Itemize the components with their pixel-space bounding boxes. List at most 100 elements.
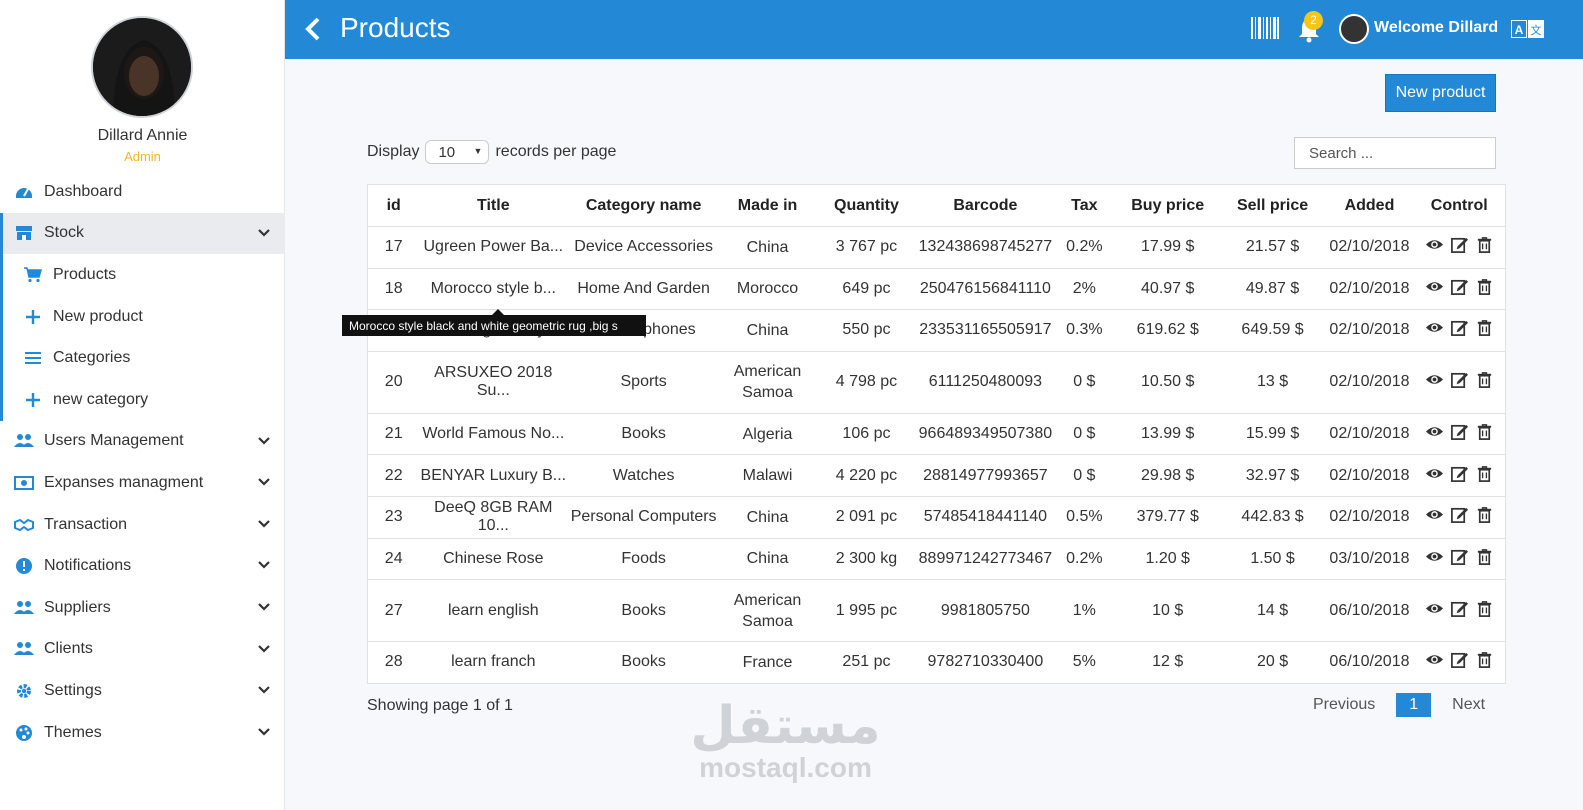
edit-icon[interactable] bbox=[1450, 370, 1469, 389]
handshake-icon bbox=[14, 515, 34, 535]
sidebar-item-stock[interactable]: Stock bbox=[0, 212, 285, 255]
cell-added: 06/10/2018 bbox=[1325, 579, 1414, 642]
sidebar-item-new-category[interactable]: new category bbox=[3, 379, 285, 421]
delete-icon[interactable] bbox=[1475, 370, 1494, 389]
users-icon bbox=[14, 431, 34, 451]
delete-icon[interactable] bbox=[1475, 547, 1494, 566]
sidebar-item-themes[interactable]: Themes bbox=[0, 712, 285, 754]
user-name: Dillard Annie bbox=[97, 127, 188, 144]
delete-icon[interactable] bbox=[1475, 318, 1494, 337]
delete-icon[interactable] bbox=[1475, 277, 1494, 296]
cell-quantity: 106 pc bbox=[815, 412, 918, 455]
view-icon[interactable] bbox=[1425, 370, 1444, 389]
profile-avatar[interactable] bbox=[91, 16, 193, 118]
cell-category: Sports bbox=[567, 350, 721, 414]
barcode-icon[interactable] bbox=[1251, 17, 1279, 39]
delete-icon[interactable] bbox=[1475, 235, 1494, 254]
gear-icon bbox=[14, 681, 34, 701]
view-icon[interactable] bbox=[1425, 422, 1444, 441]
welcome-text[interactable]: Welcome Dillard bbox=[1374, 19, 1498, 37]
cell-barcode: 9981805750 bbox=[917, 579, 1053, 642]
view-icon[interactable] bbox=[1425, 505, 1444, 524]
col-barcode[interactable]: Barcode bbox=[917, 184, 1053, 227]
col-title[interactable]: Title bbox=[419, 184, 568, 227]
edit-icon[interactable] bbox=[1450, 318, 1469, 337]
watermark-arabic: مستقل bbox=[690, 697, 881, 755]
sidebar-item-transaction[interactable]: Transaction bbox=[0, 504, 285, 546]
delete-icon[interactable] bbox=[1475, 650, 1494, 669]
page-1-button[interactable]: 1 bbox=[1396, 693, 1432, 717]
edit-icon[interactable] bbox=[1450, 422, 1469, 441]
cell-barcode: 6111250480093 bbox=[917, 350, 1053, 414]
cell-tax: 1% bbox=[1052, 579, 1116, 642]
cell-added: 02/10/2018 bbox=[1325, 267, 1414, 310]
edit-icon[interactable] bbox=[1450, 505, 1469, 524]
sidebar-item-suppliers[interactable]: Suppliers bbox=[0, 587, 285, 629]
per-page-select[interactable]: 10 ▼ bbox=[425, 140, 490, 164]
language-icon[interactable]: A 文 bbox=[1511, 20, 1544, 38]
cell-sell-price: 15.99 $ bbox=[1219, 412, 1326, 455]
back-icon[interactable] bbox=[303, 16, 323, 42]
chevron-down-icon bbox=[258, 228, 270, 237]
col-added[interactable]: Added bbox=[1325, 184, 1414, 227]
sidebar-item-notifications[interactable]: Notifications bbox=[0, 545, 285, 587]
sidebar-item-categories[interactable]: Categories bbox=[3, 337, 285, 379]
delete-icon[interactable] bbox=[1475, 505, 1494, 524]
next-button[interactable]: Next bbox=[1439, 692, 1498, 718]
col-id[interactable]: id bbox=[367, 184, 420, 227]
view-icon[interactable] bbox=[1425, 235, 1444, 254]
view-icon[interactable] bbox=[1425, 547, 1444, 566]
sidebar-item-dashboard[interactable]: Dashboard bbox=[0, 171, 285, 213]
view-icon[interactable] bbox=[1425, 650, 1444, 669]
edit-icon[interactable] bbox=[1450, 650, 1469, 669]
view-icon[interactable] bbox=[1425, 277, 1444, 296]
cell-tax: 0.3% bbox=[1052, 309, 1116, 352]
sidebar-item-users-management[interactable]: Users Management bbox=[0, 421, 285, 463]
sidebar-item-products[interactable]: Products bbox=[3, 254, 285, 296]
edit-icon[interactable] bbox=[1450, 547, 1469, 566]
col-sell-price[interactable]: Sell price bbox=[1219, 184, 1326, 227]
search-input[interactable] bbox=[1294, 137, 1496, 169]
delete-icon[interactable] bbox=[1475, 464, 1494, 483]
cell-title: Ugreen Power Ba... bbox=[419, 226, 568, 269]
delete-icon[interactable] bbox=[1475, 422, 1494, 441]
new-product-button[interactable]: New product bbox=[1385, 74, 1496, 112]
cell-title: DeeQ 8GB RAM 10... bbox=[419, 495, 568, 539]
cell-added: 02/10/2018 bbox=[1325, 454, 1414, 497]
cell-control bbox=[1413, 309, 1506, 352]
col-quantity[interactable]: Quantity bbox=[815, 184, 918, 227]
cell-quantity: 251 pc bbox=[815, 641, 918, 684]
cell-sell-price: 1.50 $ bbox=[1219, 537, 1326, 580]
edit-icon[interactable] bbox=[1450, 277, 1469, 296]
table-row: 21 World Famous No... Books Algeria 106 pc 96… bbox=[367, 412, 1506, 455]
edit-icon[interactable] bbox=[1450, 464, 1469, 483]
stock-submenu: Products New product Categories new cate… bbox=[0, 254, 285, 421]
col-buy-price[interactable]: Buy price bbox=[1115, 184, 1220, 227]
previous-button[interactable]: Previous bbox=[1300, 692, 1388, 718]
view-icon[interactable] bbox=[1425, 464, 1444, 483]
col-tax[interactable]: Tax bbox=[1052, 184, 1116, 227]
avatar[interactable] bbox=[1339, 14, 1369, 44]
cart-icon bbox=[23, 265, 43, 285]
col-category[interactable]: Category name bbox=[567, 184, 721, 227]
edit-icon[interactable] bbox=[1450, 235, 1469, 254]
sidebar-item-label: Themes bbox=[44, 723, 102, 741]
delete-icon[interactable] bbox=[1475, 599, 1494, 618]
cell-sell-price: 14 $ bbox=[1219, 579, 1326, 642]
sidebar-item-new-product[interactable]: New product bbox=[3, 296, 285, 338]
cell-title: learn franch bbox=[419, 641, 568, 684]
view-icon[interactable] bbox=[1425, 599, 1444, 618]
edit-icon[interactable] bbox=[1450, 599, 1469, 618]
svg-text:A: A bbox=[1515, 23, 1524, 37]
col-control: Control bbox=[1413, 184, 1506, 227]
sidebar-item-settings[interactable]: Settings bbox=[0, 670, 285, 712]
cell-quantity: 649 pc bbox=[815, 267, 918, 310]
cell-control bbox=[1413, 537, 1506, 580]
chevron-down-icon bbox=[258, 686, 270, 694]
col-made-in[interactable]: Made in bbox=[720, 184, 815, 227]
sidebar-item-clients[interactable]: Clients bbox=[0, 629, 285, 671]
sidebar-item-expanses[interactable]: Expanses managment bbox=[0, 462, 285, 504]
chevron-down-icon bbox=[258, 519, 270, 528]
view-icon[interactable] bbox=[1425, 318, 1444, 337]
cell-tax: 0 $ bbox=[1052, 350, 1116, 414]
